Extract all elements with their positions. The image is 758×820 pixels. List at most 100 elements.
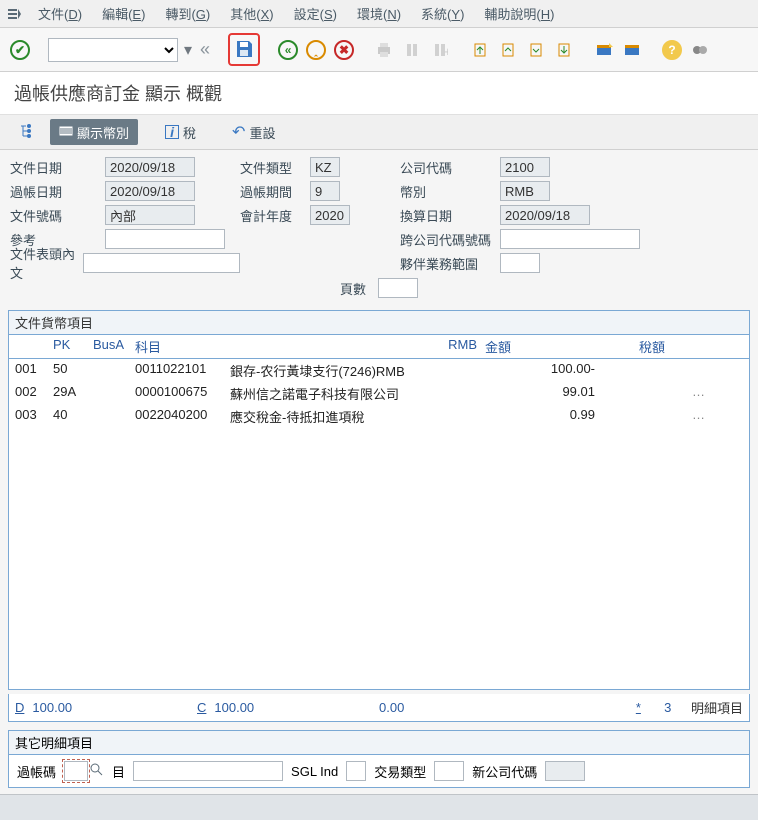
company-field[interactable]: 2100 bbox=[500, 157, 550, 177]
credit-label[interactable]: C bbox=[197, 700, 206, 715]
new-session-button[interactable] bbox=[592, 38, 616, 62]
debit-value: 100.00 bbox=[32, 700, 72, 715]
col-busa: BusA bbox=[93, 337, 135, 356]
table-row[interactable]: 003400022040200應交稅金-待抵扣進項稅0.99… bbox=[9, 405, 749, 428]
menu-x[interactable]: 其他(X) bbox=[220, 3, 283, 26]
doc-no-field[interactable]: 內部 bbox=[105, 205, 195, 225]
back-button[interactable]: « bbox=[276, 38, 300, 62]
page-label: 頁數 bbox=[340, 279, 366, 298]
print-button[interactable] bbox=[372, 38, 396, 62]
items-grid-title: 文件貨幣項目 bbox=[9, 311, 749, 335]
main-toolbar: ✔ ▾ « « ꞈ ✖ + ? bbox=[0, 28, 758, 72]
settings-button[interactable] bbox=[688, 38, 712, 62]
postkey-label: 過帳碼 bbox=[17, 762, 56, 781]
new-cc-field[interactable] bbox=[545, 761, 585, 781]
menu-g[interactable]: 轉到(G) bbox=[155, 3, 220, 26]
trans-type-label: 交易類型 bbox=[374, 762, 426, 781]
combo-dropdown-icon[interactable]: ▾ bbox=[182, 40, 194, 60]
show-currency-label: 顯示幣別 bbox=[77, 123, 129, 142]
tax-label: 稅 bbox=[183, 123, 196, 142]
trans-date-field[interactable]: 2020/09/18 bbox=[500, 205, 590, 225]
menu-n[interactable]: 環境(N) bbox=[347, 3, 411, 26]
trans-date-label: 換算日期 bbox=[400, 206, 500, 225]
table-row[interactable]: 001500011022101銀存-农行黃埭支行(7246)RMB100.00- bbox=[9, 359, 749, 382]
first-page-button[interactable] bbox=[468, 38, 492, 62]
sgl-input[interactable] bbox=[346, 761, 366, 781]
debit-label[interactable]: D bbox=[15, 700, 24, 715]
cross-cc-label: 跨公司代碼號碼 bbox=[400, 230, 500, 249]
show-currency-button[interactable]: 顯示幣別 bbox=[50, 119, 138, 145]
doc-type-field[interactable]: KZ bbox=[310, 157, 340, 177]
post-date-label: 過帳日期 bbox=[10, 182, 105, 201]
help-button[interactable]: ? bbox=[660, 38, 684, 62]
fiscal-year-label: 會計年度 bbox=[240, 206, 310, 225]
app-menu-icon[interactable] bbox=[4, 4, 24, 24]
svg-text:+: + bbox=[444, 44, 448, 58]
doc-type-label: 文件類型 bbox=[240, 158, 310, 177]
menu-h[interactable]: 輔助說明(H) bbox=[474, 3, 564, 26]
find-next-button[interactable]: + bbox=[428, 38, 452, 62]
reset-button[interactable]: ↶ 重設 bbox=[223, 119, 284, 145]
totals-bar: D 100.00 C 100.00 0.00 * 3 明細項目 bbox=[8, 694, 750, 722]
header-text-label: 文件表頭內文 bbox=[10, 244, 83, 282]
find-button[interactable] bbox=[400, 38, 424, 62]
items-grid-body[interactable]: 001500011022101銀存-农行黃埭支行(7246)RMB100.00-… bbox=[9, 359, 749, 689]
col-acct: 科目 bbox=[135, 337, 230, 356]
col-rmb: RMB bbox=[230, 337, 485, 356]
status-bar bbox=[0, 794, 758, 820]
trans-type-input[interactable] bbox=[434, 761, 464, 781]
credit-value: 100.00 bbox=[214, 700, 254, 715]
header-form: 文件日期2020/09/18 文件類型KZ 公司代碼2100 過帳日期2020/… bbox=[0, 150, 758, 306]
tax-button[interactable]: i 稅 bbox=[156, 119, 205, 145]
item-count: 3 bbox=[664, 700, 671, 715]
col-tax: 稅額 bbox=[595, 337, 665, 356]
header-text-field[interactable] bbox=[83, 253, 240, 273]
doc-no-label: 文件號碼 bbox=[10, 206, 105, 225]
menu-d[interactable]: 文件(D) bbox=[28, 3, 92, 26]
ok-button[interactable]: ✔ bbox=[8, 38, 32, 62]
postkey-input[interactable] bbox=[64, 761, 88, 781]
command-combo[interactable] bbox=[48, 38, 178, 62]
menu-bar: 文件(D)編輯(E)轉到(G)其他(X)設定(S)環境(N)系統(Y)輔助說明(… bbox=[0, 0, 758, 28]
post-date-field[interactable]: 2020/09/18 bbox=[105, 181, 195, 201]
company-label: 公司代碼 bbox=[400, 158, 500, 177]
star-link[interactable]: * bbox=[636, 700, 641, 715]
items-grid: 文件貨幣項目 PK BusA 科目 RMB 金額 稅額 001500011022… bbox=[8, 310, 750, 690]
acct-suffix-label: 目 bbox=[112, 762, 125, 781]
col-amt: 金額 bbox=[485, 337, 595, 356]
currency-label: 幣別 bbox=[400, 182, 500, 201]
page-title: 過帳供應商訂金 顯示 概觀 bbox=[0, 72, 758, 115]
menu-e[interactable]: 編輯(E) bbox=[92, 3, 155, 26]
up-button[interactable]: ꞈ bbox=[304, 38, 328, 62]
doc-date-label: 文件日期 bbox=[10, 158, 105, 177]
balance-value: 0.00 bbox=[379, 700, 404, 715]
account-input[interactable] bbox=[133, 761, 283, 781]
col-pk: PK bbox=[53, 337, 93, 356]
menu-s[interactable]: 設定(S) bbox=[284, 3, 347, 26]
doc-date-field[interactable]: 2020/09/18 bbox=[105, 157, 195, 177]
period-field[interactable]: 9 bbox=[310, 181, 340, 201]
search-icon[interactable] bbox=[90, 763, 104, 780]
partner-ba-field[interactable] bbox=[500, 253, 540, 273]
next-page-button[interactable] bbox=[524, 38, 548, 62]
tree-button[interactable] bbox=[10, 119, 44, 145]
sgl-label: SGL Ind bbox=[291, 764, 338, 779]
reset-label: 重設 bbox=[249, 123, 275, 142]
new-cc-label: 新公司代碼 bbox=[472, 762, 537, 781]
page-field[interactable] bbox=[378, 278, 418, 298]
cancel-button[interactable]: ✖ bbox=[332, 38, 356, 62]
history-back-icon[interactable]: « bbox=[198, 39, 212, 60]
currency-field[interactable]: RMB bbox=[500, 181, 550, 201]
partner-ba-label: 夥伴業務範圍 bbox=[400, 254, 500, 273]
period-label: 過帳期間 bbox=[240, 182, 310, 201]
fiscal-year-field[interactable]: 2020 bbox=[310, 205, 350, 225]
table-row[interactable]: 00229A0000100675蘇州信之諾電子科技有限公司99.01… bbox=[9, 382, 749, 405]
prev-page-button[interactable] bbox=[496, 38, 520, 62]
menu-y[interactable]: 系統(Y) bbox=[411, 3, 474, 26]
cross-cc-field[interactable] bbox=[500, 229, 640, 249]
layout-button[interactable] bbox=[620, 38, 644, 62]
save-button[interactable] bbox=[232, 37, 256, 61]
save-button-highlight bbox=[228, 33, 260, 66]
items-grid-header: PK BusA 科目 RMB 金額 稅額 bbox=[9, 335, 749, 359]
last-page-button[interactable] bbox=[552, 38, 576, 62]
